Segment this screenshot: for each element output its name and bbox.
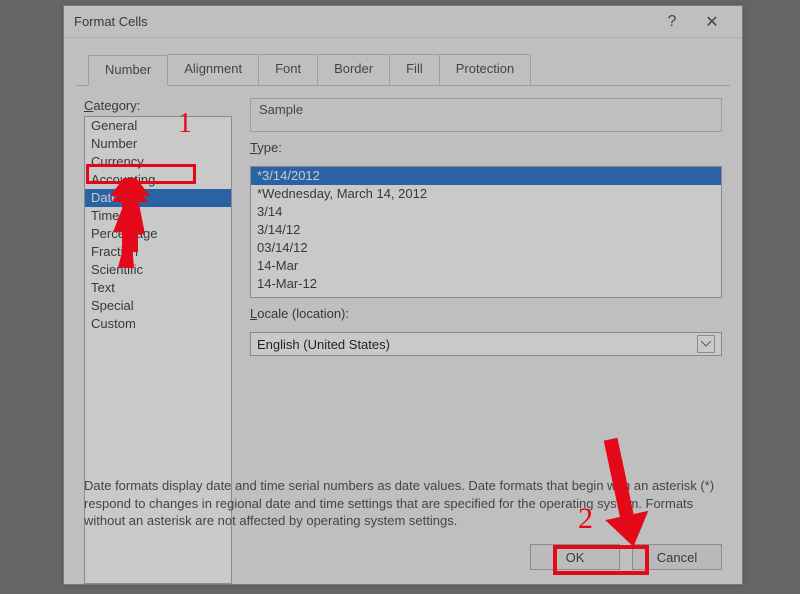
category-item-text[interactable]: Text: [85, 279, 231, 297]
category-item-general[interactable]: General: [85, 117, 231, 135]
tab-font[interactable]: Font: [258, 54, 318, 85]
locale-select[interactable]: English (United States): [250, 332, 722, 356]
type-item[interactable]: 3/14/12: [251, 221, 721, 239]
type-item[interactable]: 14-Mar-12: [251, 275, 721, 293]
sample-label: Sample: [259, 102, 713, 117]
locale-value: English (United States): [257, 337, 390, 352]
category-item-accounting[interactable]: Accounting: [85, 171, 231, 189]
chevron-down-icon[interactable]: [697, 335, 715, 353]
tab-alignment[interactable]: Alignment: [167, 54, 259, 85]
category-item-scientific[interactable]: Scientific: [85, 261, 231, 279]
tab-number[interactable]: Number: [88, 55, 168, 86]
locale-label: Locale (location):: [250, 306, 722, 321]
category-item-fraction[interactable]: Fraction: [85, 243, 231, 261]
dialog-footer: OK Cancel: [530, 544, 722, 570]
category-item-time[interactable]: Time: [85, 207, 231, 225]
close-button[interactable]: ✕: [692, 12, 732, 32]
description-text: Date formats display date and time seria…: [84, 477, 722, 530]
help-button[interactable]: ?: [652, 13, 692, 31]
annotation-number-2: 2: [578, 502, 593, 536]
type-item[interactable]: *Wednesday, March 14, 2012: [251, 185, 721, 203]
tab-border[interactable]: Border: [317, 54, 390, 85]
category-item-custom[interactable]: Custom: [85, 315, 231, 333]
category-item-special[interactable]: Special: [85, 297, 231, 315]
annotation-number-1: 1: [178, 108, 192, 140]
category-item-percentage[interactable]: Percentage: [85, 225, 231, 243]
tab-fill[interactable]: Fill: [389, 54, 440, 85]
type-item[interactable]: *3/14/2012: [251, 167, 721, 185]
cancel-button[interactable]: Cancel: [632, 544, 722, 570]
category-item-currency[interactable]: Currency: [85, 153, 231, 171]
category-label: Category:: [84, 98, 232, 113]
ok-button[interactable]: OK: [530, 544, 620, 570]
sample-box: Sample: [250, 98, 722, 132]
category-item-number[interactable]: Number: [85, 135, 231, 153]
titlebar: Format Cells ? ✕: [64, 6, 742, 38]
tab-protection[interactable]: Protection: [439, 54, 532, 85]
type-item[interactable]: 14-Mar: [251, 257, 721, 275]
format-cells-dialog: Format Cells ? ✕ Number Alignment Font B…: [63, 5, 743, 585]
tab-strip: Number Alignment Font Border Fill Protec…: [64, 54, 742, 85]
category-item-date[interactable]: Date: [85, 189, 231, 207]
type-item[interactable]: 3/14: [251, 203, 721, 221]
dialog-title: Format Cells: [74, 14, 652, 29]
type-label: Type:: [250, 140, 722, 155]
type-item[interactable]: 03/14/12: [251, 239, 721, 257]
type-listbox[interactable]: *3/14/2012 *Wednesday, March 14, 2012 3/…: [250, 166, 722, 298]
